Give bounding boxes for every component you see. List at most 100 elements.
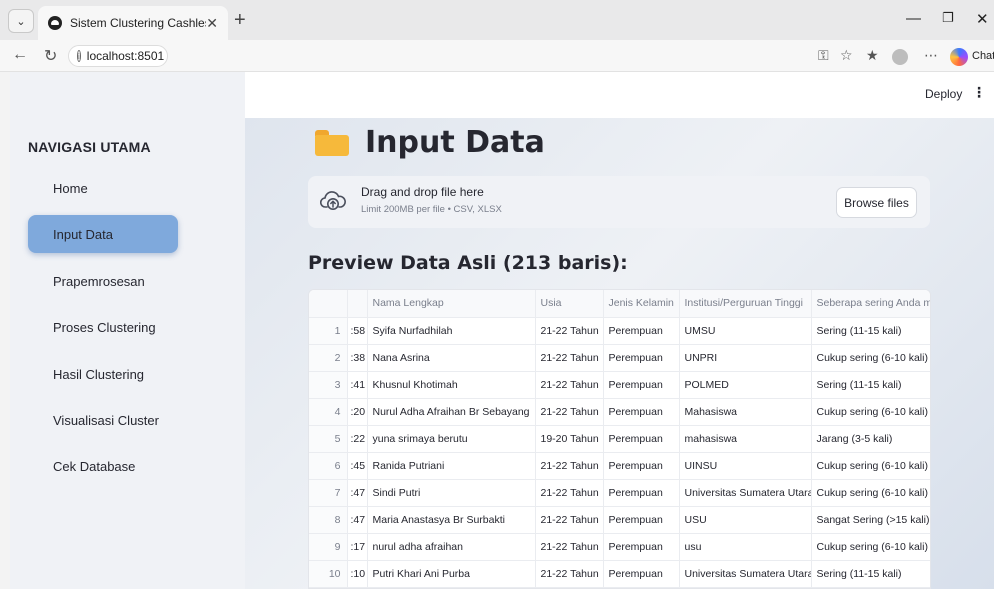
sidebar-item-home[interactable]: Home (28, 169, 178, 207)
table-cell[interactable]: :10 (347, 560, 368, 588)
row-index: 10 (309, 560, 348, 588)
chat-label[interactable]: Chat (972, 50, 994, 62)
browse-files-button[interactable]: Browse files (836, 187, 917, 218)
main-menu-icon[interactable]: ⋮ (972, 84, 986, 101)
file-uploader-dropzone[interactable]: Drag and drop file here Limit 200MB per … (308, 176, 930, 228)
row-index: 1 (309, 317, 348, 345)
column-header[interactable]: Jenis Kelamin (603, 290, 680, 318)
table-cell[interactable]: Cukup sering (6-10 kali) (811, 344, 930, 372)
key-icon[interactable]: ⚿ (818, 47, 829, 64)
table-cell[interactable]: 21-22 Tahun (535, 452, 604, 480)
sidebar-item-proses-clustering[interactable]: Proses Clustering (28, 308, 178, 346)
favorite-star-icon[interactable]: ☆ (840, 47, 853, 64)
table-cell[interactable]: 21-22 Tahun (535, 344, 604, 372)
table-cell[interactable]: Perempuan (603, 398, 680, 426)
main-panel: Deploy ⋮ Input Data Drag and drop file h… (245, 72, 994, 589)
table-cell[interactable]: mahasiswa (679, 425, 812, 453)
table-cell[interactable]: 19-20 Tahun (535, 425, 604, 453)
data-preview-table[interactable]: Nama Lengkap Usia Jenis Kelamin Institus… (308, 289, 931, 589)
table-cell[interactable]: Syifa Nurfadhilah (367, 317, 536, 345)
table-cell[interactable]: Ranida Putriani (367, 452, 536, 480)
profile-avatar-icon[interactable] (892, 49, 908, 65)
table-cell[interactable]: :22 (347, 425, 368, 453)
table-cell[interactable]: Jarang (3-5 kali) (811, 425, 930, 453)
table-cell[interactable]: :38 (347, 344, 368, 372)
url-field[interactable]: i localhost:8501 (68, 45, 168, 67)
table-cell[interactable]: Putri Khari Ani Purba (367, 560, 536, 588)
close-tab-icon[interactable]: ✕ (206, 15, 218, 32)
close-window-icon[interactable]: ✕ (976, 10, 989, 28)
tab-list-button[interactable]: ⌄ (8, 9, 34, 33)
table-cell[interactable]: USU (679, 506, 812, 534)
column-header[interactable]: Nama Lengkap (367, 290, 536, 318)
back-arrow-icon[interactable]: ← (12, 46, 28, 64)
column-header[interactable]: Seberapa sering Anda mer (811, 290, 930, 318)
table-cell[interactable]: Khusnul Khotimah (367, 371, 536, 399)
table-cell[interactable]: UMSU (679, 317, 812, 345)
more-options-icon[interactable]: ⋯ (924, 47, 938, 64)
table-cell[interactable]: :58 (347, 317, 368, 345)
minimize-icon[interactable]: — (906, 10, 921, 27)
table-cell[interactable]: Maria Anastasya Br Surbakti (367, 506, 536, 534)
table-cell[interactable]: Universitas Sumatera Utara (679, 560, 812, 588)
table-cell[interactable]: Perempuan (603, 371, 680, 399)
table-cell[interactable]: Sangat Sering (>15 kali) (811, 506, 930, 534)
table-cell[interactable]: :45 (347, 452, 368, 480)
column-header[interactable]: Usia (535, 290, 604, 318)
table-cell[interactable]: 21-22 Tahun (535, 533, 604, 561)
table-cell[interactable]: :41 (347, 371, 368, 399)
table-cell[interactable]: :20 (347, 398, 368, 426)
deploy-button[interactable]: Deploy (925, 87, 962, 101)
table-cell[interactable]: Cukup sering (6-10 kali) (811, 452, 930, 480)
table-cell[interactable]: :17 (347, 533, 368, 561)
table-cell[interactable]: Nurul Adha Afraihan Br Sebayang (367, 398, 536, 426)
restore-icon[interactable]: ❐ (942, 10, 954, 26)
table-cell[interactable]: Cukup sering (6-10 kali) (811, 533, 930, 561)
table-cell[interactable]: Perempuan (603, 452, 680, 480)
table-cell[interactable]: UNPRI (679, 344, 812, 372)
table-cell[interactable]: Universitas Sumatera Utara (679, 479, 812, 507)
browser-tab[interactable]: Sistem Clustering Cashless ✕ (38, 6, 228, 40)
sidebar-item-visualisasi-cluster[interactable]: Visualisasi Cluster (28, 401, 178, 439)
new-tab-icon[interactable]: + (234, 10, 246, 30)
table-cell[interactable]: usu (679, 533, 812, 561)
table-cell[interactable]: Cukup sering (6-10 kali) (811, 398, 930, 426)
table-cell[interactable]: yuna srimaya berutu (367, 425, 536, 453)
table-cell[interactable]: Perempuan (603, 560, 680, 588)
table-cell[interactable]: Mahasiswa (679, 398, 812, 426)
sidebar-item-cek-database[interactable]: Cek Database (28, 447, 178, 485)
table-cell[interactable]: nurul adha afraihan (367, 533, 536, 561)
table-cell[interactable]: POLMED (679, 371, 812, 399)
table-cell[interactable]: 21-22 Tahun (535, 371, 604, 399)
table-cell[interactable]: 21-22 Tahun (535, 479, 604, 507)
table-cell[interactable]: Perempuan (603, 425, 680, 453)
favorites-list-icon[interactable]: ★ (866, 47, 879, 64)
sidebar-item-input-data[interactable]: Input Data (28, 215, 178, 253)
table-cell[interactable]: Sering (11-15 kali) (811, 560, 930, 588)
table-cell[interactable]: 21-22 Tahun (535, 560, 604, 588)
table-cell[interactable]: Sindi Putri (367, 479, 536, 507)
table-cell[interactable]: Perempuan (603, 479, 680, 507)
table-cell[interactable]: Nana Asrina (367, 344, 536, 372)
column-header[interactable] (347, 290, 368, 318)
table-cell[interactable]: Sering (11-15 kali) (811, 317, 930, 345)
refresh-icon[interactable]: ↻ (44, 46, 57, 66)
table-cell[interactable]: UINSU (679, 452, 812, 480)
table-cell[interactable]: :47 (347, 506, 368, 534)
table-cell[interactable]: Perempuan (603, 506, 680, 534)
table-cell[interactable]: Cukup sering (6-10 kali) (811, 479, 930, 507)
sidebar-item-prapemrosesan[interactable]: Prapemrosesan (28, 262, 178, 300)
table-cell[interactable]: Sering (11-15 kali) (811, 371, 930, 399)
table-cell[interactable]: :47 (347, 479, 368, 507)
sidebar-item-hasil-clustering[interactable]: Hasil Clustering (28, 355, 178, 393)
table-cell[interactable]: Perempuan (603, 533, 680, 561)
column-header[interactable]: Institusi/Perguruan Tinggi (679, 290, 812, 318)
info-icon[interactable]: i (77, 50, 81, 62)
table-cell[interactable]: Perempuan (603, 317, 680, 345)
table-cell[interactable]: Perempuan (603, 344, 680, 372)
copilot-icon[interactable] (950, 48, 968, 66)
table-cell[interactable]: 21-22 Tahun (535, 317, 604, 345)
table-cell[interactable]: 21-22 Tahun (535, 398, 604, 426)
uploader-limit-text: Limit 200MB per file • CSV, XLSX (361, 204, 502, 215)
table-cell[interactable]: 21-22 Tahun (535, 506, 604, 534)
